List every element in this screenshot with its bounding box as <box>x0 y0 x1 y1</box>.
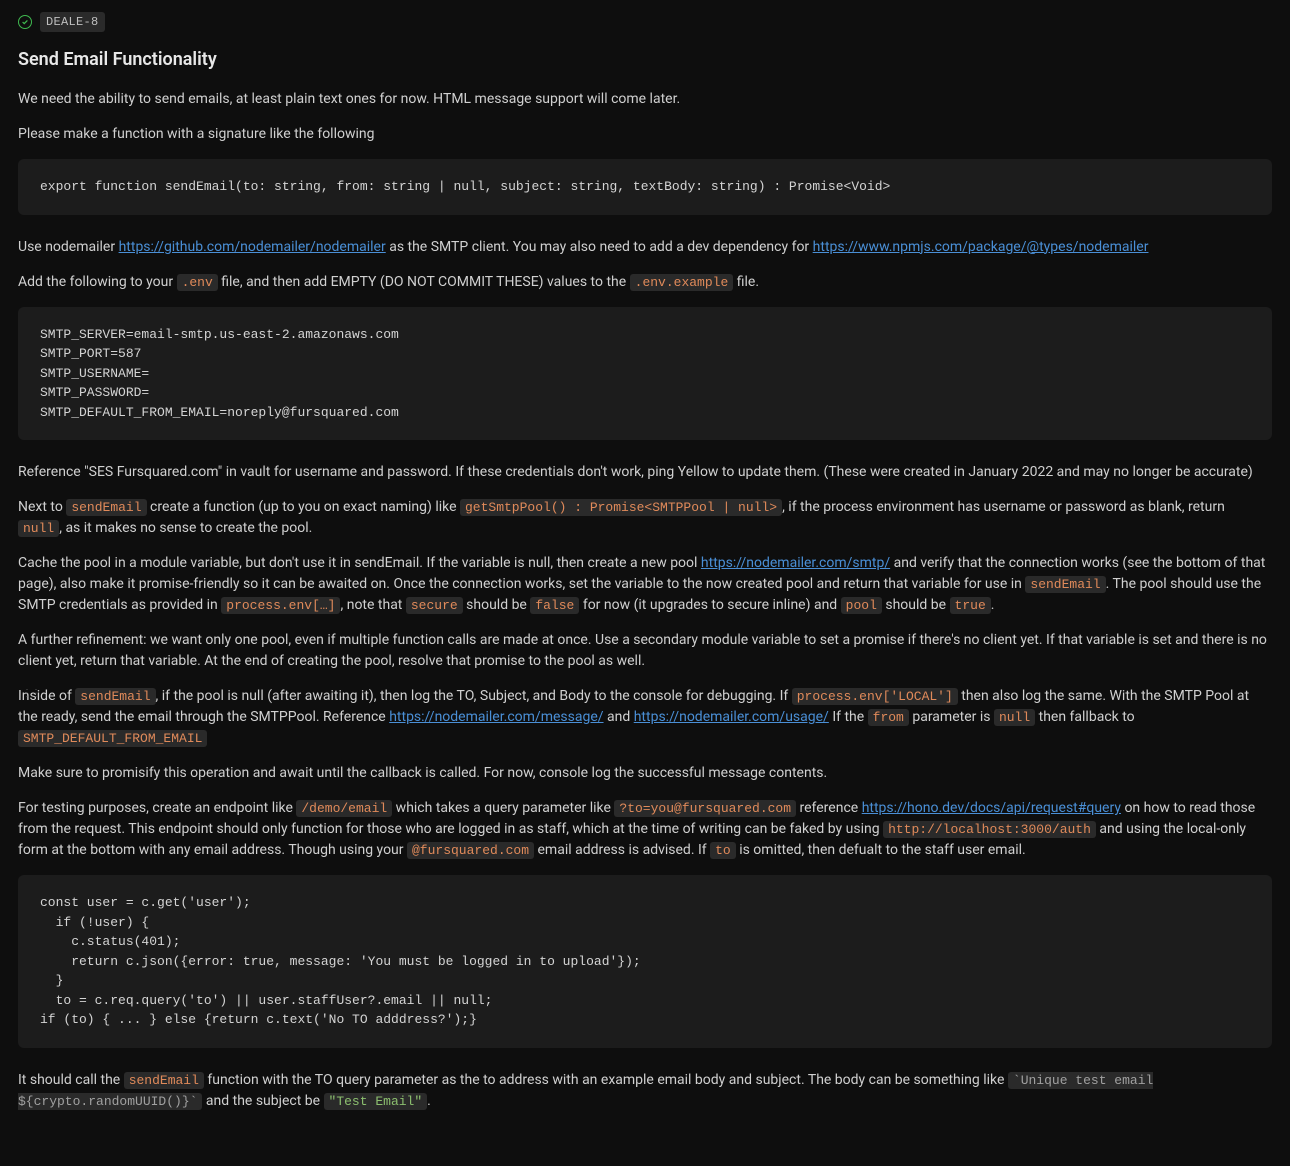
code-localhost-auth: http://localhost:3000/auth <box>883 821 1096 838</box>
text: , if the pool is null (after awaiting it… <box>156 688 792 704</box>
text: and the subject be <box>202 1093 323 1109</box>
code-block-endpoint: const user = c.get('user'); if (!user) {… <box>18 875 1272 1048</box>
issue-key-badge[interactable]: DEALE-8 <box>40 12 105 32</box>
link-nodemailer-usage[interactable]: https://nodemailer.com/usage/ <box>634 709 829 725</box>
link-nodemailer-github[interactable]: https://github.com/nodemailer/nodemailer <box>119 239 386 255</box>
page-title: Send Email Functionality <box>18 46 1272 73</box>
text: should be <box>463 597 531 613</box>
text: is omitted, then defualt to the staff us… <box>736 842 1026 858</box>
text: then fallback to <box>1035 709 1134 725</box>
text: file, and then add EMPTY (DO NOT COMMIT … <box>218 274 630 290</box>
text: create a function (up to you on exact na… <box>147 499 460 515</box>
text: reference <box>796 800 862 816</box>
code-sendemail: sendEmail <box>66 499 146 516</box>
text: . <box>991 597 995 613</box>
text: , if the process environment has usernam… <box>782 499 1225 515</box>
code-false: false <box>530 597 579 614</box>
code-block-env: SMTP_SERVER=email-smtp.us-east-2.amazona… <box>18 307 1272 441</box>
paragraph: Please make a function with a signature … <box>18 124 1272 145</box>
paragraph: Cache the pool in a module variable, but… <box>18 553 1272 616</box>
text: for now (it upgrades to secure inline) a… <box>579 597 840 613</box>
code-at-fursquared: @fursquared.com <box>407 842 534 859</box>
paragraph: Add the following to your .env file, and… <box>18 272 1272 293</box>
paragraph: We need the ability to send emails, at l… <box>18 89 1272 110</box>
link-nodemailer-smtp[interactable]: https://nodemailer.com/smtp/ <box>701 555 890 571</box>
code-env: .env <box>177 274 218 291</box>
code-processenv-local: process.env['LOCAL'] <box>792 688 958 705</box>
code-processenv: process.env[…] <box>221 597 340 614</box>
code-getsmtppool: getSmtpPool() : Promise<SMTPPool | null> <box>460 499 782 516</box>
paragraph: For testing purposes, create an endpoint… <box>18 798 1272 861</box>
code-test-email: "Test Email" <box>324 1093 428 1110</box>
text: function with the TO query parameter as … <box>204 1072 1008 1088</box>
code-sendemail: sendEmail <box>75 688 155 705</box>
paragraph: ⋮⋮ Inside of sendEmail, if the pool is n… <box>18 686 1272 749</box>
code-null: null <box>994 709 1035 726</box>
text: file. <box>733 274 759 290</box>
text: which takes a query parameter like <box>392 800 614 816</box>
code-block-signature: export function sendEmail(to: string, fr… <box>18 159 1272 215</box>
status-done-icon <box>18 15 32 29</box>
code-to: to <box>710 842 736 859</box>
drag-handle-icon[interactable]: ⋮⋮ <box>22 686 40 701</box>
link-hono-query[interactable]: https://hono.dev/docs/api/request#query <box>862 800 1121 816</box>
code-sendemail: sendEmail <box>124 1072 204 1089</box>
text: should be <box>882 597 950 613</box>
text: Use nodemailer <box>18 239 119 255</box>
text: , as it makes no sense to create the poo… <box>59 520 312 536</box>
code-to-query: ?to=you@fursquared.com <box>614 800 796 817</box>
link-nodemailer-message[interactable]: https://nodemailer.com/message/ <box>389 709 603 725</box>
code-smtp-default-from: SMTP_DEFAULT_FROM_EMAIL <box>18 730 207 747</box>
text: as the SMTP client. You may also need to… <box>386 239 813 255</box>
text: and <box>604 709 634 725</box>
code-demo-email: /demo/email <box>296 800 392 817</box>
text: Cache the pool in a module variable, but… <box>18 555 701 571</box>
paragraph: It should call the sendEmail function wi… <box>18 1070 1272 1112</box>
paragraph: Reference "SES Fursquared.com" in vault … <box>18 462 1272 483</box>
text: It should call the <box>18 1072 124 1088</box>
text: . <box>427 1093 431 1109</box>
code-secure: secure <box>406 597 463 614</box>
code-env-example: .env.example <box>630 274 734 291</box>
paragraph: Next to sendEmail create a function (up … <box>18 497 1272 539</box>
code-pool: pool <box>841 597 882 614</box>
code-sendemail: sendEmail <box>1025 576 1105 593</box>
text: , note that <box>340 597 405 613</box>
code-true: true <box>950 597 991 614</box>
text: parameter is <box>909 709 994 725</box>
code-from: from <box>868 709 909 726</box>
paragraph: A further refinement: we want only one p… <box>18 630 1272 672</box>
text: email address is advised. If <box>534 842 710 858</box>
code-null: null <box>18 520 59 537</box>
paragraph: Make sure to promisify this operation an… <box>18 763 1272 784</box>
link-types-nodemailer[interactable]: https://www.npmjs.com/package/@types/nod… <box>813 239 1149 255</box>
paragraph: Use nodemailer https://github.com/nodema… <box>18 237 1272 258</box>
text: For testing purposes, create an endpoint… <box>18 800 296 816</box>
text: If the <box>829 709 868 725</box>
text: Next to <box>18 499 66 515</box>
text: Add the following to your <box>18 274 177 290</box>
